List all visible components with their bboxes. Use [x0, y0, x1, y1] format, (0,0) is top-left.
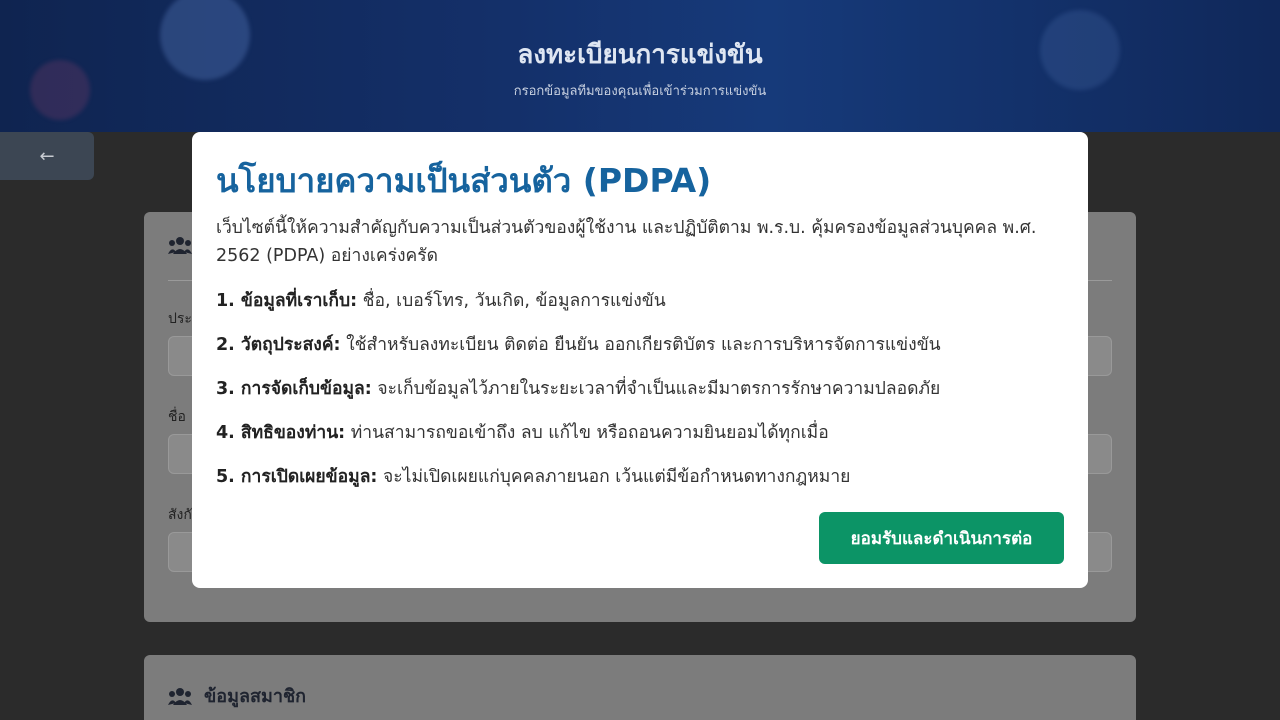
- policy-item: 5. การเปิดเผยข้อมูล: จะไม่เปิดเผยแก่บุคค…: [216, 462, 1066, 490]
- modal-title: นโยบายความเป็นส่วนตัว (PDPA): [216, 161, 712, 200]
- policy-item-heading: 5. การเปิดเผยข้อมูล:: [216, 467, 378, 487]
- policy-item-text: จะไม่เปิดเผยแก่บุคคลภายนอก เว้นแต่มีข้อก…: [377, 467, 851, 487]
- policy-item-heading: 1. ข้อมูลที่เราเก็บ:: [216, 291, 358, 311]
- policy-item-text: จะเก็บข้อมูลไว้ภายในระยะเวลาที่จำเป็นและ…: [371, 379, 941, 399]
- pdpa-modal: นโยบายความเป็นส่วนตัว (PDPA) เว็บไซต์นี้…: [192, 132, 1088, 588]
- policy-item-text: ท่านสามารถขอเข้าถึง ลบ แก้ไข หรือถอนความ…: [345, 423, 829, 443]
- policy-item: 2. วัตถุประสงค์: ใช้สำหรับลงทะเบียน ติดต…: [216, 330, 1066, 358]
- policy-item: 4. สิทธิของท่าน: ท่านสามารถขอเข้าถึง ลบ …: [216, 418, 1066, 446]
- policy-item: 1. ข้อมูลที่เราเก็บ: ชื่อ, เบอร์โทร, วัน…: [216, 286, 1066, 314]
- policy-item-heading: 3. การจัดเก็บข้อมูล:: [216, 379, 372, 399]
- modal-intro: เว็บไซต์นี้ให้ความสำคัญกับความเป็นส่วนตั…: [216, 218, 1037, 266]
- accept-button[interactable]: ยอมรับและดำเนินการต่อ: [819, 512, 1064, 564]
- policy-item-text: ใช้สำหรับลงทะเบียน ติดต่อ ยืนยัน ออกเกีย…: [340, 335, 941, 355]
- policy-item-heading: 2. วัตถุประสงค์:: [216, 335, 341, 355]
- policy-item-text: ชื่อ, เบอร์โทร, วันเกิด, ข้อมูลการแข่งขั…: [357, 291, 666, 311]
- policy-item: 3. การจัดเก็บข้อมูล: จะเก็บข้อมูลไว้ภายใ…: [216, 374, 1066, 402]
- policy-item-heading: 4. สิทธิของท่าน:: [216, 423, 346, 443]
